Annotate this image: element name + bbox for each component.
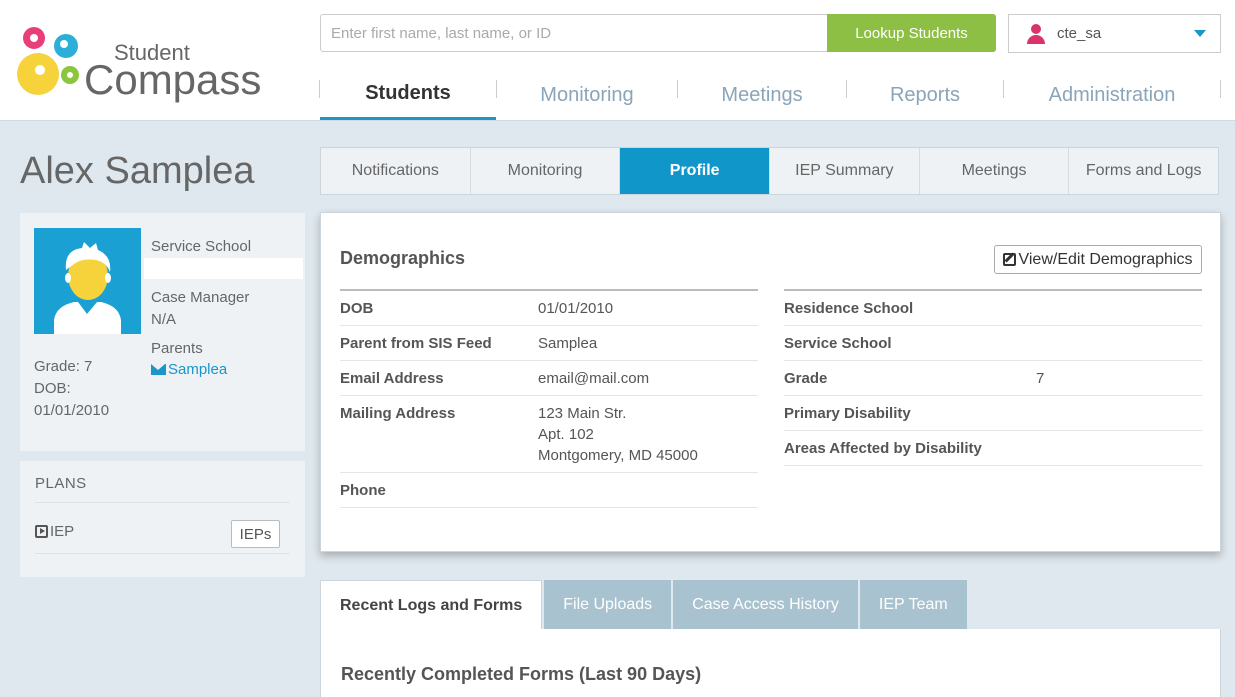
student-avatar-icon: [34, 228, 141, 334]
demographic-row: DOB 01/01/2010: [340, 291, 758, 326]
tab-notifications[interactable]: Notifications: [321, 148, 471, 194]
primary-disability-label: Primary Disability: [784, 405, 911, 422]
email-address-label: Email Address: [340, 370, 444, 387]
grade-field-label: Grade: [784, 370, 828, 387]
app-header: Student Compass Lookup Students cte_sa S…: [0, 0, 1235, 121]
user-icon: [1027, 23, 1045, 44]
tab-meetings[interactable]: Meetings: [920, 148, 1070, 194]
parent-sis-label: Parent from SIS Feed: [340, 335, 492, 352]
student-name-heading: Alex Samplea: [20, 150, 255, 192]
mailing-address-label: Mailing Address: [340, 405, 456, 422]
nav-monitoring[interactable]: Monitoring: [497, 70, 677, 120]
tab-monitoring[interactable]: Monitoring: [471, 148, 621, 194]
demographic-row: Parent from SIS Feed Samplea: [340, 326, 758, 361]
student-search-input[interactable]: [331, 19, 826, 47]
records-tabs: Recent Logs and Forms File Uploads Case …: [320, 580, 969, 630]
demographic-row: Areas Affected by Disability: [784, 431, 1202, 466]
student-avatar: [34, 228, 141, 334]
mailing-address-line1: 123 Main Str.: [538, 405, 627, 422]
phone-label: Phone: [340, 482, 386, 499]
demographic-row: Residence School: [784, 291, 1202, 326]
grade-field-value: 7: [1036, 370, 1045, 387]
ieps-button[interactable]: IEPs: [231, 520, 280, 548]
nav-meetings[interactable]: Meetings: [678, 70, 846, 120]
demographic-row: Email Address email@mail.com: [340, 361, 758, 396]
play-icon: [35, 525, 48, 538]
demographic-row: Grade 7: [784, 361, 1202, 396]
user-name: cte_sa: [1057, 25, 1102, 42]
iep-plan-item[interactable]: IEP: [35, 523, 74, 540]
student-search-bar: Lookup Students: [320, 14, 996, 52]
nav-divider: [1220, 80, 1221, 98]
mailing-address-line2: Apt. 102: [538, 426, 594, 443]
tab-iep-team[interactable]: IEP Team: [859, 580, 967, 630]
edit-icon: [1003, 253, 1017, 266]
email-address-value: email@mail.com: [538, 370, 650, 387]
mailing-address-line3: Montgomery, MD 45000: [538, 447, 698, 464]
recent-forms-title: Recently Completed Forms (Last 90 Days): [341, 664, 702, 684]
grade-text: Grade: 7: [34, 358, 93, 375]
demographic-row: Mailing Address 123 Main Str. Apt. 102 M…: [340, 396, 758, 473]
case-manager-value: N/A: [151, 311, 177, 328]
main-nav: Students Monitoring Meetings Reports Adm…: [319, 70, 1223, 120]
case-manager-label: Case Manager: [151, 289, 250, 306]
dob-value: 01/01/2010: [34, 402, 110, 419]
view-edit-demographics-label: View/Edit Demographics: [1018, 250, 1193, 268]
divider: [35, 502, 290, 503]
demographics-right-column: Residence School Service School Grade 7 …: [784, 289, 1202, 466]
service-school-label: Service School: [151, 238, 252, 255]
student-sub-tabs: Notifications Monitoring Profile IEP Sum…: [320, 147, 1219, 195]
tab-forms-and-logs[interactable]: Forms and Logs: [1069, 148, 1218, 194]
dob-field-value: 01/01/2010: [538, 300, 614, 317]
divider: [35, 553, 290, 554]
nav-reports[interactable]: Reports: [847, 70, 1003, 120]
demographic-row: Service School: [784, 326, 1202, 361]
logo-text-compass: Compass: [84, 56, 262, 103]
mail-icon: [151, 364, 166, 375]
dob-field-label: DOB: [340, 300, 374, 317]
demographics-left-column: DOB 01/01/2010 Parent from SIS Feed Samp…: [340, 289, 758, 508]
demographic-row: Phone: [340, 473, 758, 508]
nav-administration[interactable]: Administration: [1004, 70, 1220, 120]
demographics-title: Demographics: [340, 248, 466, 268]
tab-recent-logs-and-forms[interactable]: Recent Logs and Forms: [320, 580, 543, 630]
plans-title: PLANS: [35, 475, 87, 492]
parent-email-link[interactable]: Samplea: [151, 361, 227, 378]
caret-down-icon: [1194, 30, 1206, 37]
tab-case-access-history[interactable]: Case Access History: [673, 580, 858, 630]
demographic-row: Primary Disability: [784, 396, 1202, 431]
service-school-field-label: Service School: [784, 335, 892, 352]
dob-label: DOB:: [34, 380, 71, 397]
parent-name: Samplea: [168, 361, 228, 378]
logo-mark-icon: [17, 27, 79, 95]
nav-students[interactable]: Students: [320, 70, 496, 120]
tab-profile[interactable]: Profile: [620, 148, 771, 194]
tab-file-uploads[interactable]: File Uploads: [544, 580, 672, 630]
residence-school-label: Residence School: [784, 300, 914, 317]
parents-label: Parents: [151, 340, 203, 357]
recent-logs-panel: Recently Completed Forms (Last 90 Days): [320, 629, 1221, 697]
plans-card: PLANS IEP IEPs: [20, 461, 305, 577]
iep-plan-label: IEP: [50, 523, 75, 540]
student-compass-logo[interactable]: Student Compass: [16, 26, 266, 103]
student-info-card: Service School Case Manager N/A Parents …: [20, 213, 305, 451]
tab-iep-summary[interactable]: IEP Summary: [770, 148, 920, 194]
areas-affected-label: Areas Affected by Disability: [784, 440, 982, 457]
parent-sis-value: Samplea: [538, 335, 598, 352]
view-edit-demographics-button[interactable]: View/Edit Demographics: [994, 245, 1202, 274]
service-school-value: [144, 258, 303, 279]
demographics-panel: Demographics View/Edit Demographics DOB …: [320, 212, 1221, 552]
user-menu-dropdown[interactable]: cte_sa: [1008, 14, 1221, 53]
lookup-students-button[interactable]: Lookup Students: [827, 14, 996, 52]
